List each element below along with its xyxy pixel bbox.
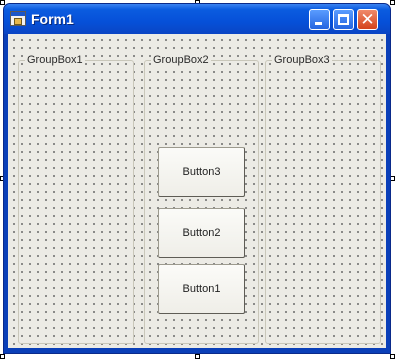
button-2[interactable]: Button2 [158,208,245,258]
close-button[interactable]: ✕ [357,9,378,30]
groupbox-1[interactable]: GroupBox1 [18,53,134,344]
groupbox-2[interactable]: GroupBox2 Button3 Button2 Button1 [144,53,259,344]
form-icon [10,11,26,26]
close-icon: ✕ [360,10,375,29]
resize-handle-bottom-right[interactable] [390,354,395,359]
form-window[interactable]: Form1 ✕ GroupBox1 GroupBox2 Button3 Butt… [3,3,391,354]
resize-handle-bottom-left[interactable] [0,354,5,359]
designer-surface: Form1 ✕ GroupBox1 GroupBox2 Button3 Butt… [0,0,395,359]
maximize-button[interactable] [333,9,354,30]
resize-handle-bottom[interactable] [195,354,200,359]
groupbox-2-label: GroupBox2 [151,53,211,67]
resize-handle-top-right[interactable] [390,0,395,5]
maximize-icon [338,14,349,25]
groupbox-3-label: GroupBox3 [272,53,332,67]
groupbox-3[interactable]: GroupBox3 [265,53,381,344]
groupbox-1-label: GroupBox1 [25,53,85,67]
button-1[interactable]: Button1 [158,264,245,314]
button-3[interactable]: Button3 [158,147,245,197]
title-bar[interactable]: Form1 ✕ [4,4,390,34]
minimize-icon [315,22,322,25]
minimize-button[interactable] [309,9,330,30]
window-title: Form1 [31,11,74,27]
form-client-area[interactable]: GroupBox1 GroupBox2 Button3 Button2 Butt… [8,34,386,348]
